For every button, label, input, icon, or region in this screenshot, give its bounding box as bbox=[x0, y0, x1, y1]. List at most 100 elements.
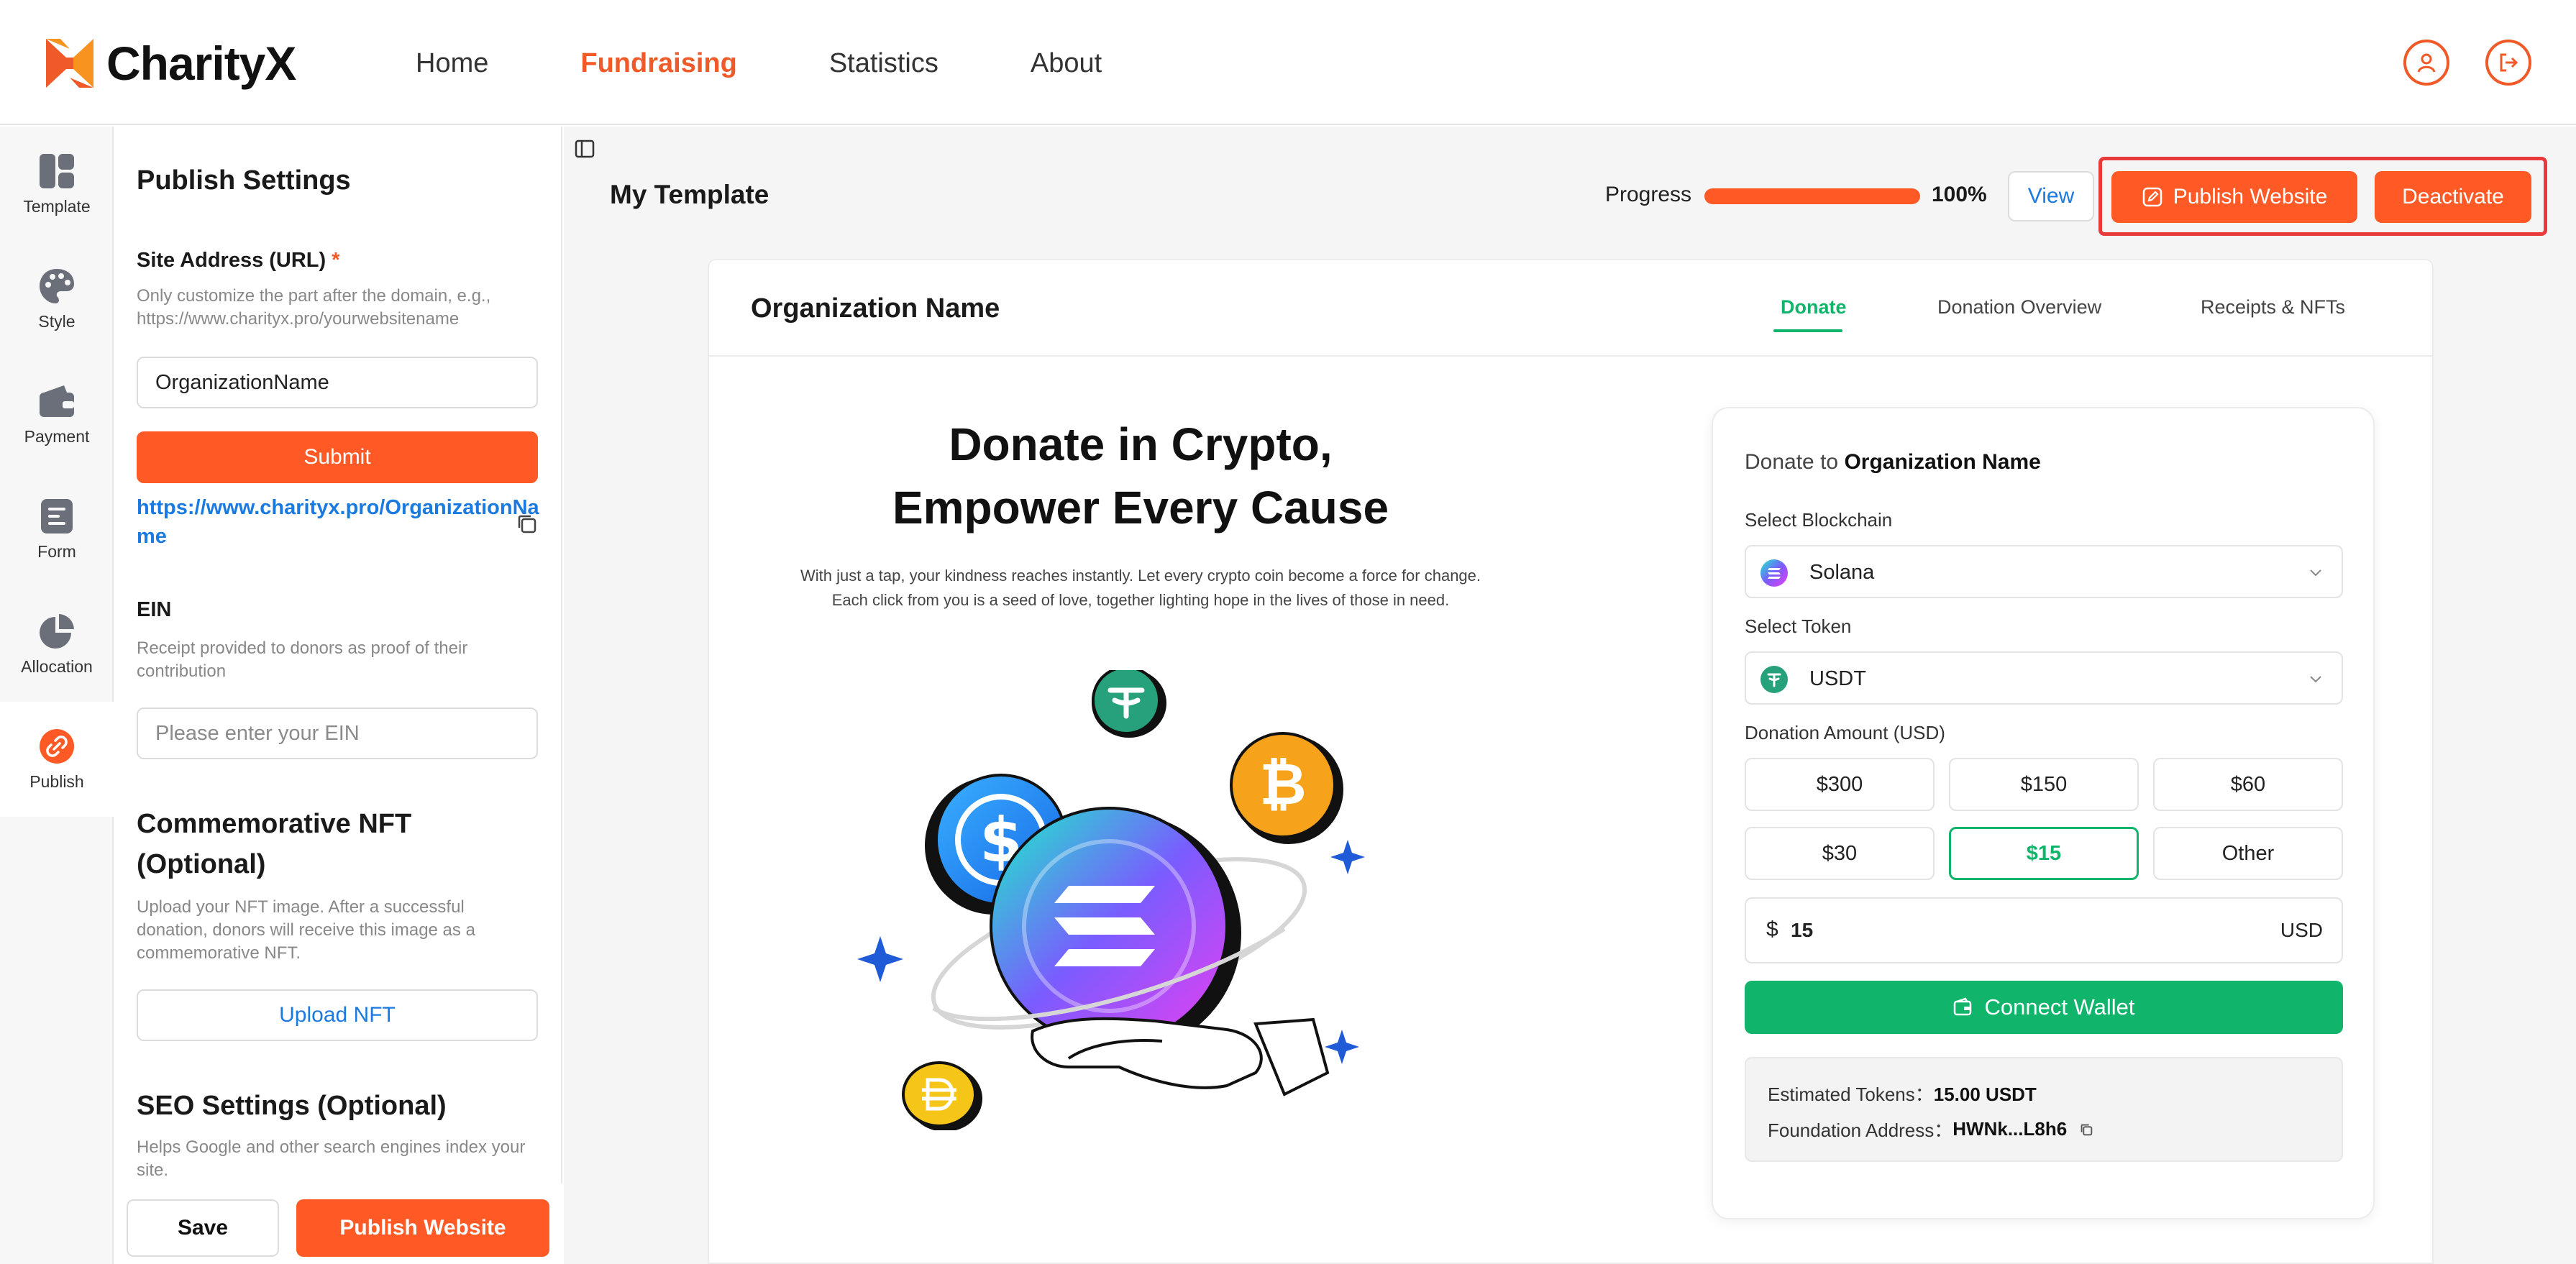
brand-name: CharityX bbox=[106, 37, 296, 90]
foundation-address-value: HWNk...L8h6 bbox=[1952, 1118, 2068, 1140]
rail-item-publish[interactable]: Publish bbox=[0, 702, 114, 817]
foundation-address-row: Foundation Address： HWNk...L8h6 bbox=[1768, 1116, 2094, 1142]
donation-summary: Estimated Tokens：15.00 USDT Foundation A… bbox=[1745, 1057, 2343, 1162]
sparkle-icon bbox=[1325, 1030, 1359, 1064]
deactivate-button[interactable]: Deactivate bbox=[2375, 171, 2531, 223]
nav-home[interactable]: Home bbox=[416, 42, 488, 85]
preview-tab-receipts-nfts[interactable]: Receipts & NFTs bbox=[2201, 296, 2345, 319]
rail-label: Payment bbox=[24, 426, 90, 446]
token-select[interactable]: USDT bbox=[1745, 651, 2343, 705]
submit-button[interactable]: Submit bbox=[137, 431, 538, 483]
edit-icon bbox=[2142, 187, 2162, 207]
usdt-icon bbox=[1760, 666, 1788, 693]
rail-item-form[interactable]: Form bbox=[0, 472, 114, 587]
rail-item-payment[interactable]: Payment bbox=[0, 357, 114, 472]
custom-amount-value: 15 bbox=[1791, 919, 1814, 941]
copy-icon[interactable] bbox=[515, 512, 539, 536]
amount-option-60[interactable]: $60 bbox=[2153, 758, 2343, 811]
user-icon[interactable] bbox=[2403, 40, 2449, 86]
sparkle-icon bbox=[1330, 840, 1365, 874]
save-button[interactable]: Save bbox=[127, 1199, 279, 1257]
nav-fundraising[interactable]: Fundraising bbox=[580, 42, 736, 85]
template-icon bbox=[38, 152, 76, 190]
sidebar-toggle-icon[interactable] bbox=[574, 138, 595, 160]
publish-settings-panel: Publish Settings Site Address (URL) * On… bbox=[115, 127, 562, 1264]
custom-amount-input[interactable]: $ 15 USD bbox=[1745, 897, 2343, 963]
rail-item-style[interactable]: Style bbox=[0, 242, 114, 357]
estimated-tokens-row: Estimated Tokens：15.00 USDT bbox=[1768, 1080, 2037, 1107]
amount-option-other[interactable]: Other bbox=[2153, 827, 2343, 880]
tether-coin-icon bbox=[1092, 670, 1166, 738]
preview-header: Organization Name Donate Donation Overvi… bbox=[709, 260, 2432, 357]
hero-title-line-2: Empower Every Cause bbox=[892, 482, 1389, 533]
panel-title: Publish Settings bbox=[137, 165, 351, 196]
amount-option-30[interactable]: $30 bbox=[1745, 827, 1935, 880]
copy-icon[interactable] bbox=[2078, 1122, 2094, 1137]
site-address-hint: Only customize the part after the domain… bbox=[137, 286, 491, 329]
select-blockchain-label: Select Blockchain bbox=[1745, 509, 1893, 531]
amount-option-300[interactable]: $300 bbox=[1745, 758, 1935, 811]
top-navigation-bar: CharityX Home Fundraising Statistics Abo… bbox=[0, 0, 2576, 125]
foundation-address-label: Foundation Address： bbox=[1768, 1119, 1953, 1141]
rail-item-allocation[interactable]: Allocation bbox=[0, 587, 114, 702]
site-address-label: Site Address (URL) * bbox=[137, 249, 539, 273]
palette-icon bbox=[38, 267, 76, 305]
nft-hint: Upload your NFT image. After a successfu… bbox=[137, 897, 475, 963]
estimated-tokens-label: Estimated Tokens： bbox=[1768, 1084, 1934, 1105]
widget-title-prefix: Donate to bbox=[1745, 450, 1839, 474]
publish-website-top-button[interactable]: Publish Website bbox=[2111, 171, 2357, 223]
publish-website-top-label: Publish Website bbox=[2173, 185, 2328, 209]
wallet-icon bbox=[1954, 997, 1972, 1016]
blockchain-select[interactable]: Solana bbox=[1745, 545, 2343, 598]
widget-title: Donate to Organization Name bbox=[1745, 450, 2041, 475]
hero-subtitle-line-2: Each click from you is a seed of love, t… bbox=[831, 591, 1450, 609]
rail-item-template[interactable]: Template bbox=[0, 127, 114, 242]
site-url-link[interactable]: https://www.charityx.pro/OrganizationNam… bbox=[137, 493, 539, 551]
rail-label: Publish bbox=[29, 771, 84, 791]
widget-title-org: Organization Name bbox=[1844, 450, 2041, 474]
form-icon bbox=[38, 498, 76, 535]
rail-label: Form bbox=[37, 541, 76, 561]
donation-widget: Donate to Organization Name Select Block… bbox=[1712, 407, 2375, 1219]
ein-input[interactable]: Please enter your EIN bbox=[137, 707, 538, 759]
blockchain-select-value: Solana bbox=[1809, 561, 1875, 584]
upload-nft-button[interactable]: Upload NFT bbox=[137, 989, 538, 1041]
hero-title: Donate in Crypto, Empower Every Cause bbox=[853, 413, 1428, 539]
preview-tab-donate[interactable]: Donate bbox=[1781, 296, 1847, 319]
sparkle-icon bbox=[857, 936, 903, 982]
logout-icon[interactable] bbox=[2485, 40, 2531, 86]
select-token-label: Select Token bbox=[1745, 615, 1852, 637]
estimated-tokens-value: 15.00 USDT bbox=[1933, 1084, 2037, 1105]
hero-subtitle-line-1: With just a tap, your kindness reaches i… bbox=[800, 567, 1481, 585]
nft-section-title: Commemorative NFT (Optional) bbox=[137, 809, 412, 879]
connect-wallet-label: Connect Wallet bbox=[1984, 994, 2135, 1020]
bitcoin-coin-icon: ₿ bbox=[1230, 732, 1343, 844]
charityx-logo-icon bbox=[46, 39, 93, 88]
crypto-hand-illustration: ₿ $ bbox=[857, 670, 1365, 1130]
page-title: My Template bbox=[610, 180, 769, 209]
main-editor-area: My Template Progress 100% View Publish W… bbox=[564, 127, 2576, 1264]
ein-hint: Receipt provided to donors as proof of t… bbox=[137, 638, 468, 681]
seo-hint: Helps Google and other search engines in… bbox=[137, 1137, 526, 1180]
progress-bar bbox=[1704, 188, 1920, 204]
brand-logo[interactable]: CharityX bbox=[45, 36, 296, 91]
token-select-value: USDT bbox=[1809, 667, 1866, 690]
preview-tab-donation-overview[interactable]: Donation Overview bbox=[1937, 296, 2101, 319]
nav-about[interactable]: About bbox=[1031, 42, 1102, 85]
rail-label: Template bbox=[23, 196, 91, 216]
donation-amount-label: Donation Amount (USD) bbox=[1745, 722, 1945, 743]
currency-unit: USD bbox=[2280, 919, 2323, 941]
publish-website-button[interactable]: Publish Website bbox=[296, 1199, 549, 1257]
amount-option-15[interactable]: $15 bbox=[1949, 827, 2139, 880]
amount-option-150[interactable]: $150 bbox=[1949, 758, 2139, 811]
view-button[interactable]: View bbox=[2008, 171, 2094, 221]
site-address-input[interactable]: OrganizationName bbox=[137, 357, 538, 408]
currency-symbol: $ bbox=[1766, 917, 1778, 941]
settings-action-bar: Save Publish Website bbox=[115, 1183, 562, 1264]
pie-chart-icon bbox=[38, 613, 76, 650]
preview-org-name: Organization Name bbox=[751, 293, 1000, 324]
nav-statistics[interactable]: Statistics bbox=[829, 42, 938, 85]
settings-rail: Template Style Payment Form Allocation P… bbox=[0, 127, 114, 1264]
connect-wallet-button[interactable]: Connect Wallet bbox=[1745, 981, 2343, 1034]
dai-coin-icon bbox=[902, 1061, 982, 1130]
